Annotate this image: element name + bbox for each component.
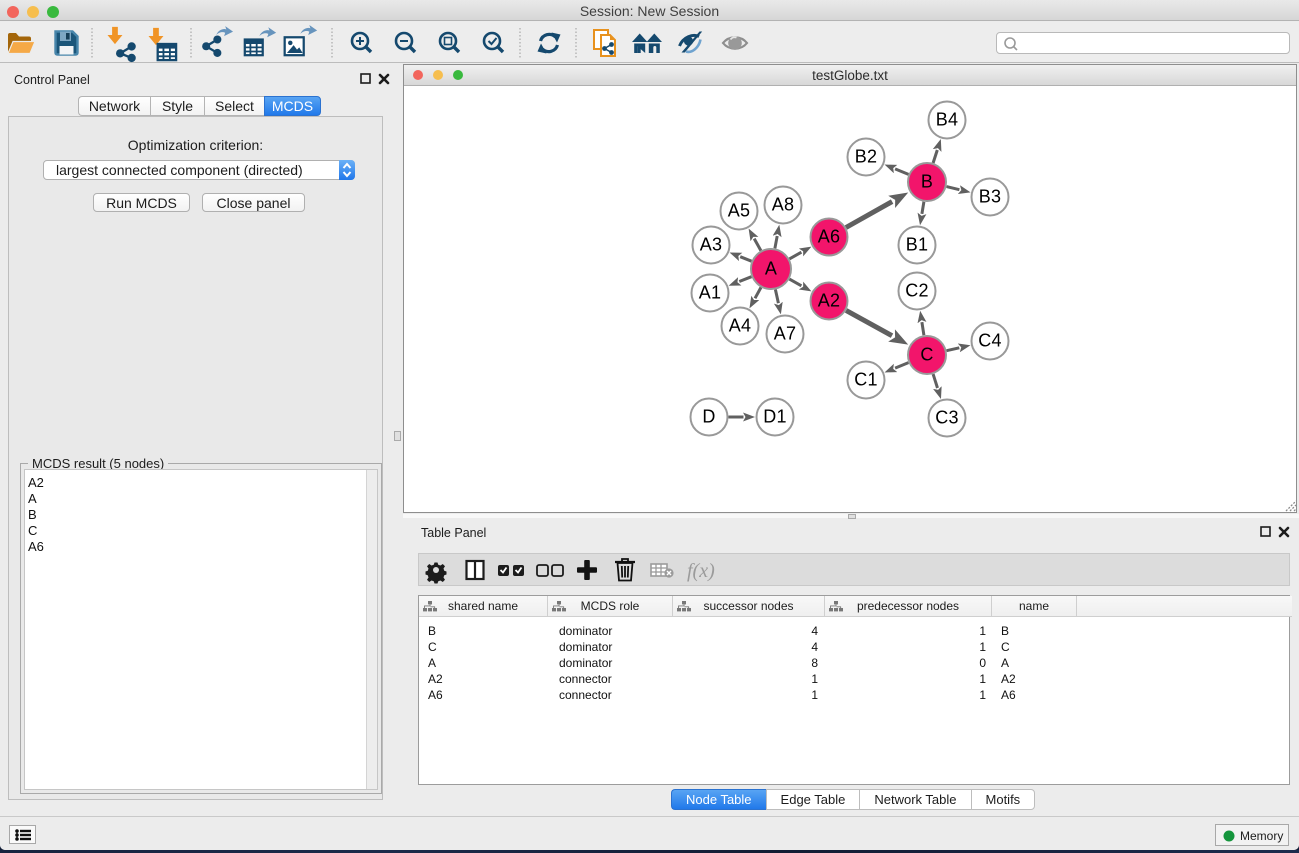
svg-text:B2: B2 bbox=[855, 147, 878, 167]
svg-text:A1: A1 bbox=[699, 283, 722, 303]
svg-text:D: D bbox=[702, 407, 715, 427]
svg-text:A6: A6 bbox=[818, 227, 841, 247]
svg-text:C: C bbox=[920, 345, 933, 365]
svg-text:A2: A2 bbox=[818, 291, 841, 311]
svg-text:C4: C4 bbox=[978, 331, 1002, 351]
svg-text:A3: A3 bbox=[700, 235, 723, 255]
svg-text:f(x): f(x) bbox=[687, 560, 715, 582]
svg-text:C2: C2 bbox=[905, 281, 929, 301]
svg-text:A7: A7 bbox=[774, 324, 797, 344]
svg-text:B4: B4 bbox=[936, 110, 959, 130]
svg-text:A4: A4 bbox=[729, 316, 752, 336]
svg-text:C1: C1 bbox=[854, 370, 878, 390]
svg-text:C3: C3 bbox=[935, 408, 959, 428]
svg-text:B1: B1 bbox=[906, 235, 929, 255]
svg-text:A5: A5 bbox=[728, 201, 751, 221]
svg-text:D1: D1 bbox=[763, 407, 787, 427]
svg-text:B: B bbox=[921, 172, 933, 192]
svg-text:A: A bbox=[765, 259, 777, 279]
svg-text:B3: B3 bbox=[979, 187, 1002, 207]
svg-text:A8: A8 bbox=[772, 195, 795, 215]
